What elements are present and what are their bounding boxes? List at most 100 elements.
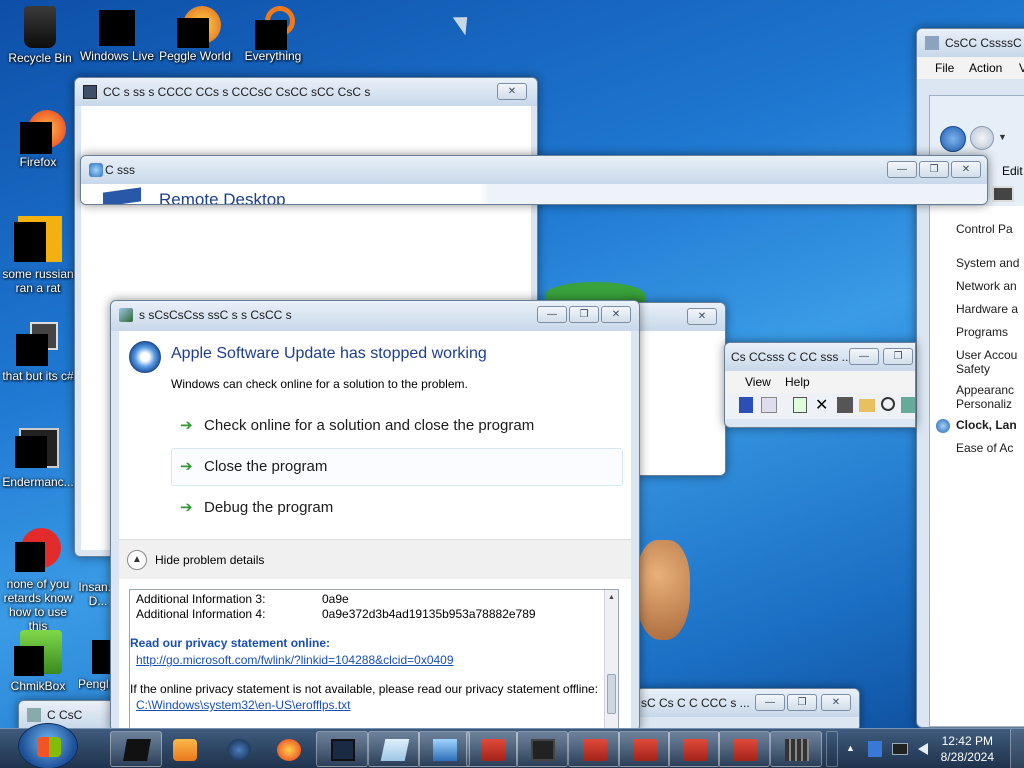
taskbar-monitor-2[interactable] [516,731,568,767]
desktop-icon-label: some russian ran a rat [2,267,74,295]
forward-nav-icon[interactable] [970,126,994,150]
delete-icon[interactable]: ✕ [815,395,828,415]
nav-programs[interactable]: Programs [956,325,1008,339]
nav-clock-language[interactable]: Clock, Lan [956,418,1017,432]
problem-details-box[interactable]: Additional Information 3: 0a9e Additiona… [129,589,619,729]
desktop-icon-none-of-you[interactable]: none of you retards know how to use this [0,528,76,633]
nav-user-accounts[interactable]: User Accou Safety [956,348,1024,376]
hide-details-label[interactable]: Hide problem details [155,553,264,567]
desktop-icon-everything[interactable]: Everything [235,6,311,63]
nav-network[interactable]: Network an [956,279,1017,293]
desktop-icon-chmikbox[interactable]: ChmikBox [0,630,76,693]
close-button[interactable]: ✕ [687,308,717,325]
help-icon[interactable] [739,397,753,413]
taskbar-firefox[interactable] [262,731,314,767]
minimize-button[interactable]: — [537,306,567,323]
dropdown-arrow-icon[interactable]: ▼ [998,132,1007,142]
taskbar-monitor[interactable] [316,731,368,767]
nav-ease-of-access[interactable]: Ease of Ac [956,441,1013,455]
close-button[interactable]: ✕ [601,306,631,323]
nav-control-panel-home[interactable]: Control Pa [956,222,1013,236]
taskbar-toolbox-1[interactable] [466,731,518,767]
minimize-button[interactable]: — [755,694,785,711]
menu-view[interactable]: View [745,375,771,389]
folder-icon[interactable] [859,399,875,412]
menu-file[interactable]: File [935,61,954,75]
remote-desktop-titlebar[interactable]: C sss — ❐ ✕ [81,156,987,184]
privacy-online-link[interactable]: http://go.microsoft.com/fwlink/?linkid=1… [136,653,454,667]
taskbar-notepad[interactable] [368,731,420,767]
close-button[interactable]: ✕ [497,83,527,100]
option-close-program[interactable]: ➔ Close the program [171,448,623,486]
taskbar-calculator[interactable] [770,731,822,767]
printer-icon[interactable] [837,397,853,413]
menu-action[interactable]: Action [969,61,1002,75]
start-button[interactable] [18,723,78,768]
option-check-online[interactable]: ➔ Check online for a solution and close … [171,407,623,445]
maximize-button[interactable]: ❐ [569,306,599,323]
image-icon[interactable] [901,397,915,413]
close-button[interactable]: ✕ [951,161,981,178]
close-button[interactable]: ✕ [821,694,851,711]
taskbar-media-player[interactable] [158,731,210,767]
maximize-button[interactable]: ❐ [919,161,949,178]
scroll-thumb[interactable] [607,674,616,714]
control-panel-titlebar[interactable]: CsCC CssssC [917,29,1024,57]
taskbar-toolbox-4[interactable] [668,731,720,767]
bottom-window-title: sC Cs C C CCC s ... [641,696,750,710]
minimize-button[interactable]: — [887,161,917,178]
maximize-button[interactable]: ❐ [787,694,817,711]
desktop-icon-peggle-world[interactable]: Peggle World [157,6,233,63]
scroll-up-arrow-icon[interactable]: ▲ [608,594,615,601]
tray-display-icon[interactable] [892,743,908,755]
search-icon[interactable] [881,397,895,411]
privacy-offline-link[interactable]: C:\Windows\system32\en-US\erofflps.txt [136,698,351,712]
toolbar-icon[interactable] [992,186,1014,202]
desktop-icon-firefox[interactable]: Firefox [0,110,76,169]
mid-window[interactable]: Cs CCsss C CC sss ... — ❐ View Help ✕ [724,342,916,428]
nav-hardware[interactable]: Hardware a [956,302,1018,316]
maximize-button[interactable]: ❐ [883,348,913,365]
taskbar-toolbox-2[interactable] [568,731,620,767]
show-hidden-icons-arrow[interactable]: ▲ [846,743,855,753]
hide-details-button[interactable]: ▲ [127,550,147,570]
taskbar-app-black[interactable] [110,731,162,767]
bottom-window[interactable]: sC Cs C C CCC s ... — ❐ ✕ [636,688,860,732]
desktop-icon-some-russian[interactable]: some russian ran a rat [0,216,76,295]
remote-desktop-window[interactable]: C sss — ❐ ✕ Remote Desktop [80,155,988,205]
nav-system[interactable]: System and [956,256,1019,270]
mid-window-titlebar[interactable]: Cs CCsss C CC sss ... — ❐ [725,343,915,371]
menu-view[interactable]: V [1019,61,1024,75]
back-nav-icon[interactable] [940,126,966,152]
desktop-icon-label: Windows Live [79,49,155,63]
show-desktop-button[interactable] [1010,729,1024,768]
option-debug-program[interactable]: ➔ Debug the program [171,489,623,527]
taskbar-toolbox-3[interactable] [618,731,670,767]
mid-window-blank-titlebar[interactable]: ✕ [629,303,725,331]
refresh-icon[interactable] [793,397,807,413]
error-dialog[interactable]: s sCsCsCss ssC s s CsCC s — ❐ ✕ Apple So… [110,300,640,732]
edit-menu[interactable]: Edit [1002,164,1023,178]
system-clock[interactable]: 12:42 PM 8/28/2024 [941,733,994,765]
taskbar-globe[interactable] [212,731,264,767]
taskbar-scroll[interactable] [826,731,838,767]
taskbar-remote-desktop[interactable] [418,731,470,767]
mid-window-blank[interactable]: ✕ [628,302,726,476]
desktop-icon-endermanch[interactable]: Endermanc... [0,428,76,489]
minimize-button[interactable]: — [849,348,879,365]
desktop-icon-recycle-bin[interactable]: Recycle Bin [2,6,78,65]
bottom-window-titlebar[interactable]: sC Cs C C CCC s ... — ❐ ✕ [637,689,859,717]
details-scrollbar[interactable]: ▲ [604,590,618,728]
control-panel-window[interactable]: CsCC CssssC File Action V ▼ Edit Control… [916,28,1024,728]
nav-appearance[interactable]: Appearanc Personaliz [956,383,1024,411]
back-window-titlebar[interactable]: CC s ss s CCCC CCs s CCCsC CsCC sCC CsC … [75,78,537,106]
properties-icon[interactable] [761,397,777,413]
menu-help[interactable]: Help [785,375,810,389]
tray-app-icon[interactable] [868,741,882,757]
desktop-icon-csharp[interactable]: that but its c# [0,322,76,383]
desktop-icon-windows-live[interactable]: Windows Live [79,10,155,63]
error-dialog-titlebar[interactable]: s sCsCsCss ssC s s CsCC s — ❐ ✕ [111,301,639,331]
volume-icon[interactable] [918,743,928,755]
remote-desktop-title: C sss [105,163,135,177]
taskbar-toolbox-5[interactable] [718,731,770,767]
